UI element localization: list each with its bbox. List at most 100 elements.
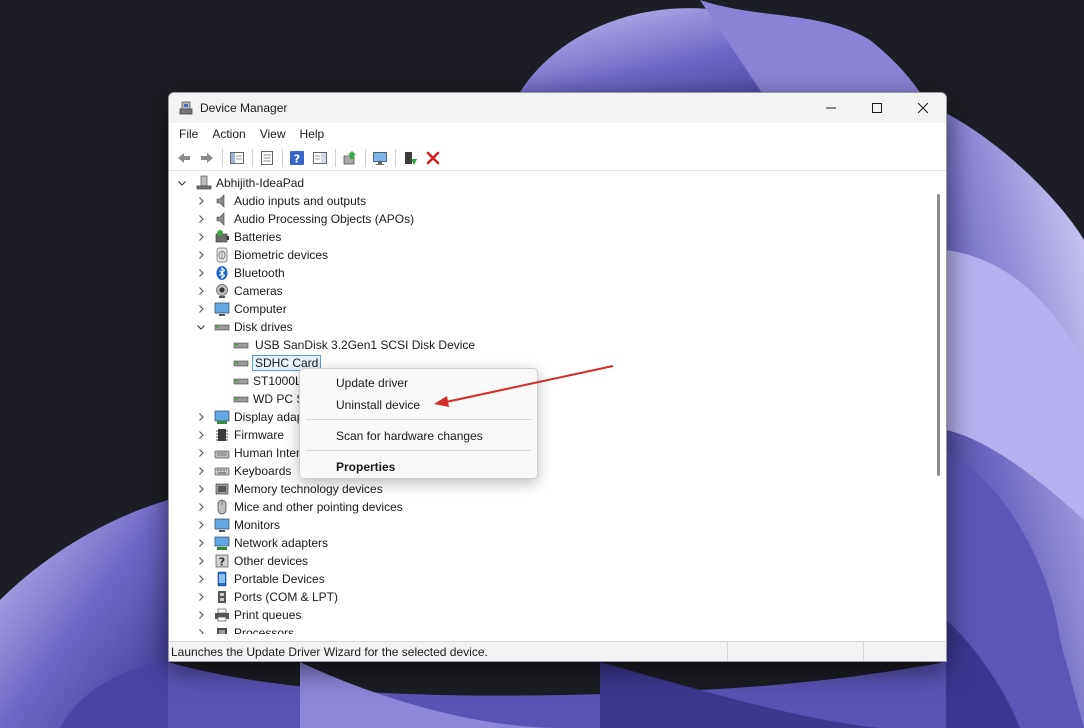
context-menu-scan-hardware[interactable]: Scan for hardware changes — [336, 426, 483, 446]
speaker-icon — [214, 211, 230, 227]
category-label: Mice and other pointing devices — [234, 500, 403, 514]
maximize-icon — [872, 103, 882, 113]
category-firmware[interactable]: Firmware — [195, 426, 284, 444]
tree-root[interactable]: Abhijith-IdeaPad — [176, 174, 304, 192]
minimize-button[interactable] — [808, 93, 854, 123]
category-memory-technology[interactable]: Memory technology devices — [195, 480, 383, 498]
chevron-right-icon[interactable] — [195, 573, 207, 585]
maximize-button[interactable] — [854, 93, 900, 123]
device-wd-pc[interactable]: WD PC S — [214, 390, 304, 408]
category-processors[interactable]: Processors — [195, 624, 294, 634]
action-pane-button[interactable] — [309, 147, 331, 169]
category-cameras[interactable]: Cameras — [195, 282, 283, 300]
window-title: Device Manager — [200, 101, 288, 115]
category-audio-inputs[interactable]: Audio inputs and outputs — [195, 192, 366, 210]
enable-device-button[interactable] — [399, 147, 421, 169]
disk-drive-icon — [233, 391, 249, 407]
toolbar-separator — [282, 148, 283, 167]
firmware-icon — [214, 427, 230, 443]
category-label: Computer — [234, 302, 287, 316]
chevron-right-icon[interactable] — [195, 447, 207, 459]
category-disk-drives[interactable]: Disk drives — [195, 318, 293, 336]
category-mice[interactable]: Mice and other pointing devices — [195, 498, 403, 516]
chevron-right-icon[interactable] — [195, 285, 207, 297]
category-biometric[interactable]: Biometric devices — [195, 246, 328, 264]
chevron-right-icon[interactable] — [195, 555, 207, 567]
chevron-right-icon[interactable] — [195, 267, 207, 279]
chevron-right-icon[interactable] — [195, 591, 207, 603]
close-icon — [918, 103, 928, 113]
category-keyboards[interactable]: Keyboards — [195, 462, 291, 480]
status-bar: Launches the Update Driver Wizard for th… — [169, 641, 946, 661]
category-monitors[interactable]: Monitors — [195, 516, 280, 534]
chevron-down-icon[interactable] — [176, 177, 188, 189]
category-label: Batteries — [234, 230, 282, 244]
device-st1000lm[interactable]: ST1000LM — [214, 372, 312, 390]
category-human-interface[interactable]: Human Inter — [195, 444, 300, 462]
action-pane-icon — [313, 151, 327, 164]
category-label: Biometric devices — [234, 248, 329, 262]
category-label: Memory technology devices — [234, 482, 383, 496]
chevron-right-icon[interactable] — [195, 213, 207, 225]
category-portable-devices[interactable]: Portable Devices — [195, 570, 325, 588]
close-button[interactable] — [900, 93, 946, 123]
context-menu-properties[interactable]: Properties — [336, 457, 395, 477]
scan-hardware-button[interactable] — [369, 147, 391, 169]
chevron-down-icon[interactable] — [195, 321, 207, 333]
device-label: USB SanDisk 3.2Gen1 SCSI Disk Device — [255, 338, 476, 352]
chevron-right-icon[interactable] — [195, 429, 207, 441]
speaker-icon — [214, 193, 230, 209]
menu-help[interactable]: Help — [293, 123, 332, 145]
properties-button[interactable] — [256, 147, 278, 169]
device-manager-icon — [179, 101, 193, 115]
menu-action[interactable]: Action — [205, 123, 252, 145]
category-bluetooth[interactable]: Bluetooth — [195, 264, 285, 282]
chevron-right-icon[interactable] — [195, 231, 207, 243]
category-audio-apos[interactable]: Audio Processing Objects (APOs) — [195, 210, 414, 228]
category-other-devices[interactable]: ? Other devices — [195, 552, 308, 570]
vertical-scrollbar[interactable] — [933, 172, 945, 634]
menu-file[interactable]: File — [172, 123, 205, 145]
title-bar[interactable]: Device Manager — [169, 93, 946, 123]
category-display-adapters[interactable]: Display adap — [195, 408, 303, 426]
show-hide-console-tree-icon — [230, 151, 244, 164]
chevron-right-icon[interactable] — [195, 627, 207, 634]
scrollbar-thumb[interactable] — [937, 194, 940, 476]
chevron-right-icon[interactable] — [195, 465, 207, 477]
chevron-right-icon[interactable] — [195, 609, 207, 621]
chevron-right-icon[interactable] — [195, 519, 207, 531]
disk-drive-icon — [214, 319, 230, 335]
chevron-right-icon[interactable] — [195, 501, 207, 513]
processor-icon — [214, 625, 230, 634]
back-arrow-icon — [178, 152, 190, 163]
monitor-icon — [214, 517, 230, 533]
network-icon — [214, 535, 230, 551]
back-button[interactable] — [173, 147, 195, 169]
chevron-right-icon[interactable] — [195, 483, 207, 495]
memory-icon — [214, 481, 230, 497]
chevron-right-icon[interactable] — [195, 249, 207, 261]
forward-button[interactable] — [196, 147, 218, 169]
uninstall-device-button[interactable] — [422, 147, 444, 169]
port-icon — [214, 589, 230, 605]
menu-view[interactable]: View — [253, 123, 293, 145]
category-network-adapters[interactable]: Network adapters — [195, 534, 328, 552]
chevron-right-icon[interactable] — [195, 195, 207, 207]
toolbar: ? — [169, 145, 946, 171]
chevron-right-icon[interactable] — [195, 537, 207, 549]
show-hide-console-tree-button[interactable] — [226, 147, 248, 169]
category-batteries[interactable]: Batteries — [195, 228, 281, 246]
chevron-right-icon[interactable] — [195, 303, 207, 315]
help-button[interactable]: ? — [286, 147, 308, 169]
category-computer[interactable]: Computer — [195, 300, 287, 318]
category-ports[interactable]: Ports (COM & LPT) — [195, 588, 338, 606]
toolbar-separator — [252, 148, 253, 167]
chevron-right-icon[interactable] — [195, 411, 207, 423]
update-driver-button[interactable] — [339, 147, 361, 169]
category-print-queues[interactable]: Print queues — [195, 606, 301, 624]
context-menu-update-driver[interactable]: Update driver — [336, 373, 408, 393]
device-usb-sandisk[interactable]: USB SanDisk 3.2Gen1 SCSI Disk Device — [214, 336, 475, 354]
context-menu-uninstall-device[interactable]: Uninstall device — [336, 395, 420, 415]
